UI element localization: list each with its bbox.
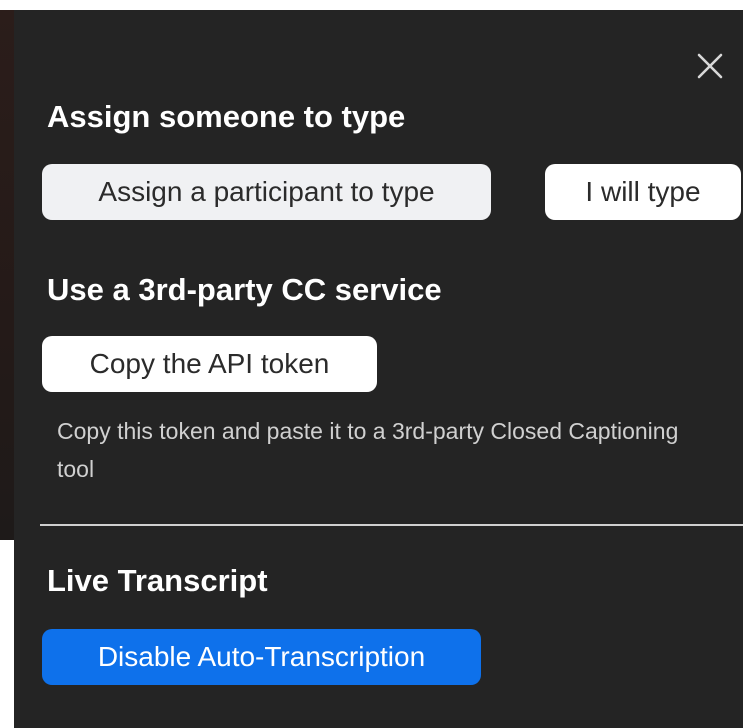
disable-auto-transcription-button[interactable]: Disable Auto-Transcription xyxy=(42,629,481,685)
assign-section-title: Assign someone to type xyxy=(47,99,406,134)
third-party-section-title: Use a 3rd-party CC service xyxy=(47,272,442,307)
live-transcript-section-title: Live Transcript xyxy=(47,563,268,598)
i-will-type-button[interactable]: I will type xyxy=(545,164,741,220)
close-icon xyxy=(697,53,723,79)
section-divider xyxy=(40,524,743,526)
api-token-helper-text: Copy this token and paste it to a 3rd-pa… xyxy=(57,418,679,482)
copy-api-token-button[interactable]: Copy the API token xyxy=(42,336,377,392)
close-button[interactable] xyxy=(690,46,730,86)
assign-participant-button[interactable]: Assign a participant to type xyxy=(42,164,491,220)
